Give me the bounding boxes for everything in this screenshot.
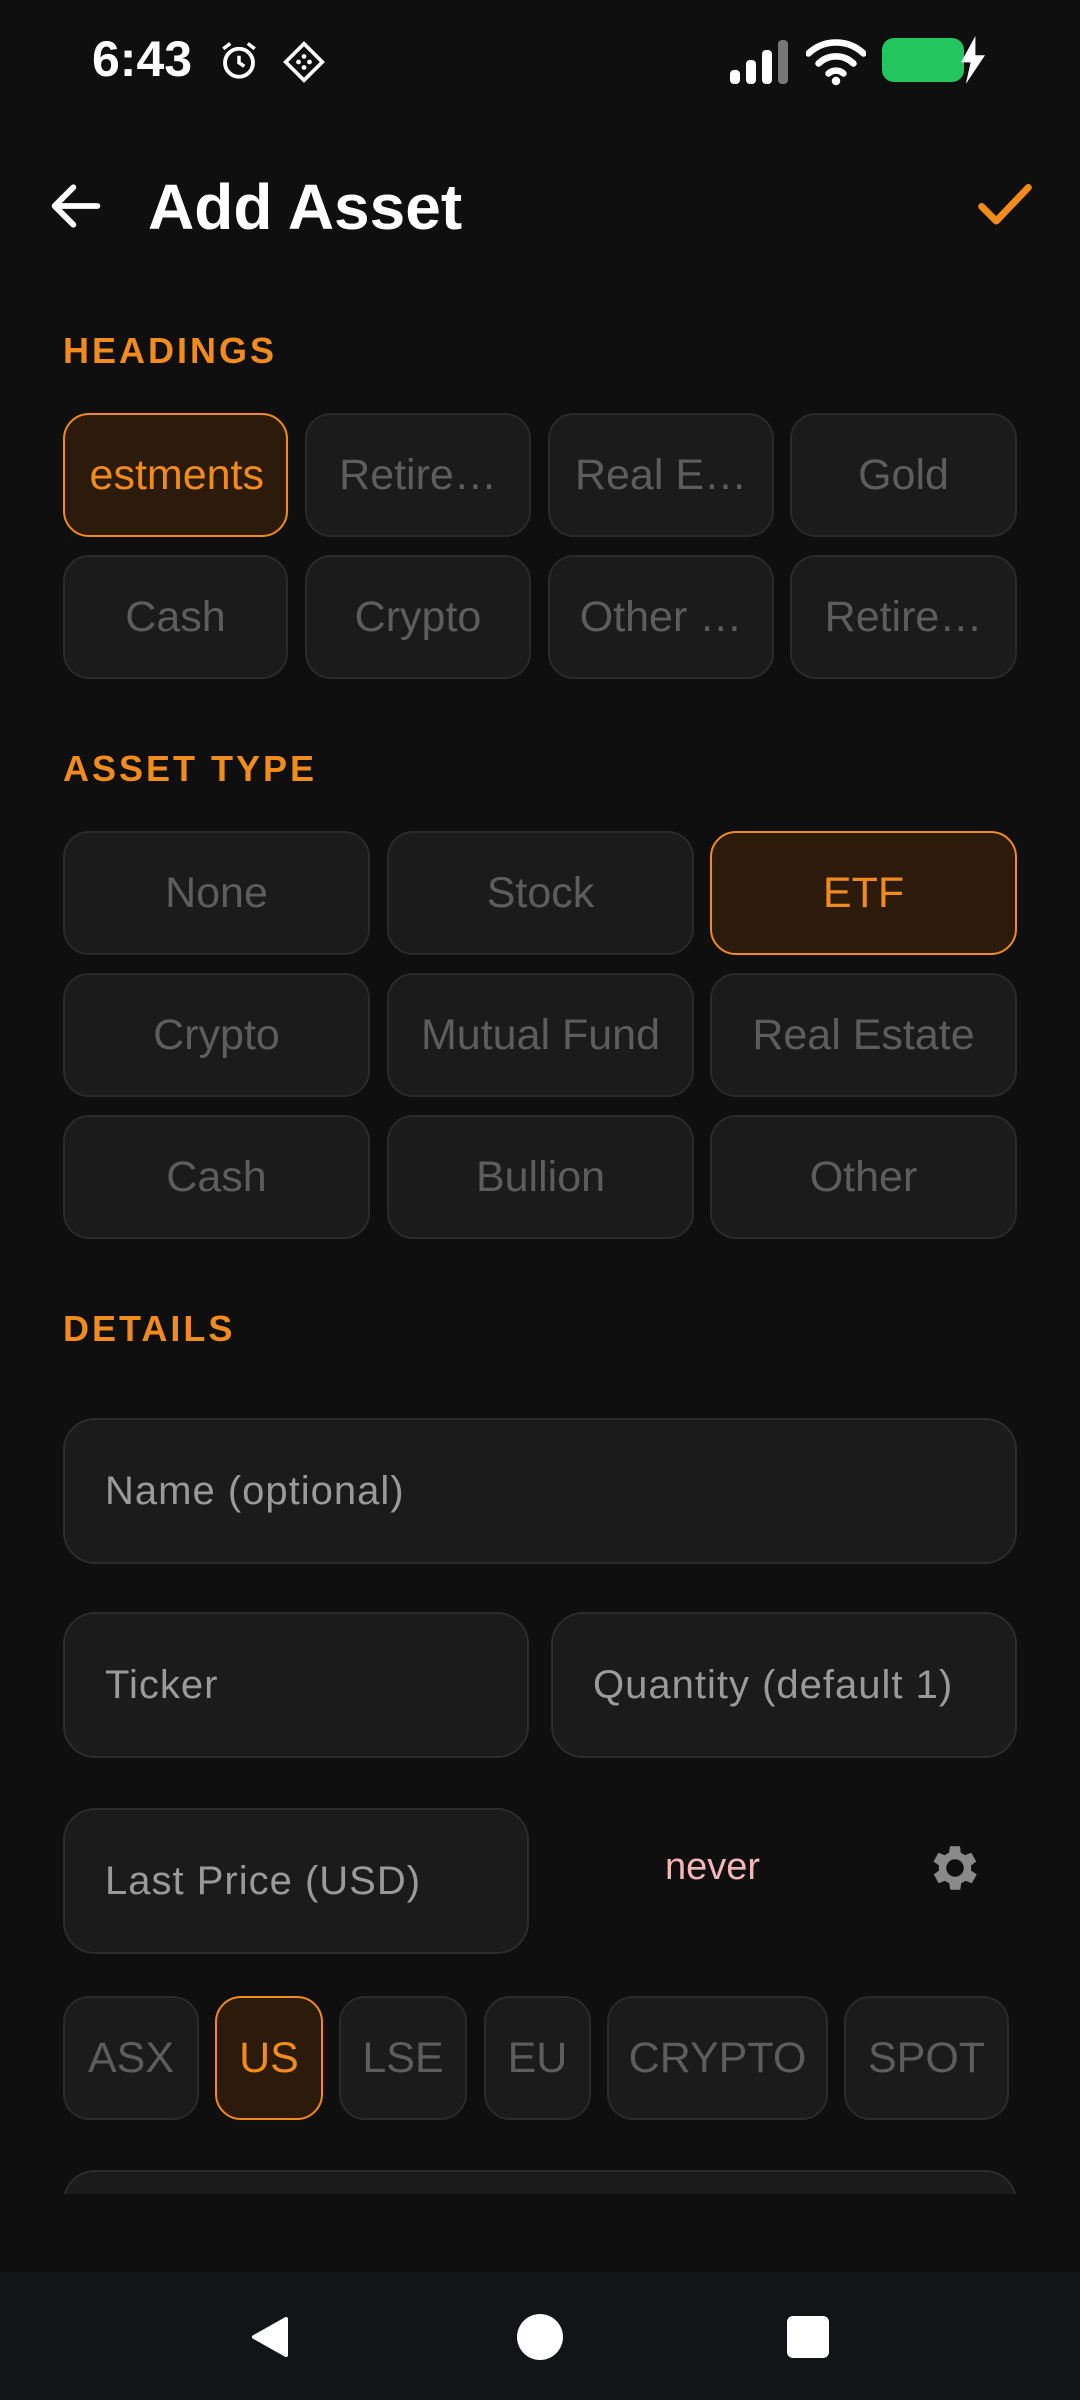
ticker-input[interactable]: [65, 1614, 527, 1756]
heading-chip-retirement[interactable]: Retire…: [305, 413, 531, 537]
exchange-crypto[interactable]: CRYPTO: [607, 1996, 828, 2120]
asset-type-crypto[interactable]: Crypto: [63, 973, 370, 1097]
check-icon[interactable]: [970, 170, 1040, 240]
home-circle-icon[interactable]: [517, 2314, 563, 2360]
alarm-icon: [222, 42, 256, 79]
status-bar: 6:43: [0, 0, 1080, 120]
status-time: 6:43: [92, 31, 193, 87]
heading-chip-cash[interactable]: Cash: [63, 555, 288, 679]
next-field-partial[interactable]: [63, 2170, 1017, 2194]
last-price-field[interactable]: [63, 1808, 529, 1954]
asset-type-stock[interactable]: Stock: [387, 831, 694, 955]
last-updated-text: never: [665, 1846, 761, 1888]
asset-type-mutual-fund[interactable]: Mutual Fund: [387, 973, 694, 1097]
recents-square-icon[interactable]: [787, 2316, 829, 2358]
details-section-label: DETAILS: [63, 1308, 236, 1349]
exchange-us[interactable]: US: [215, 1996, 323, 2120]
heading-chip-crypto[interactable]: Crypto: [305, 555, 531, 679]
charging-bolt-icon: [961, 36, 985, 84]
last-price-input[interactable]: [65, 1810, 527, 1952]
exchange-lse[interactable]: LSE: [339, 1996, 467, 2120]
name-field[interactable]: [63, 1418, 1017, 1564]
system-nav-bar: [0, 2272, 1080, 2400]
battery-charging-icon: [882, 38, 964, 82]
asset-type-section-label: ASSET TYPE: [63, 748, 318, 789]
ticker-field[interactable]: [63, 1612, 529, 1758]
top-app-bar: Add Asset: [0, 140, 1080, 270]
arrow-left-icon[interactable]: [44, 174, 108, 238]
wifi-icon: [806, 39, 866, 86]
headings-section-label: HEADINGS: [63, 330, 278, 371]
asset-type-none[interactable]: None: [63, 831, 370, 955]
exchange-eu[interactable]: EU: [484, 1996, 591, 2120]
vpn-icon: [283, 41, 325, 83]
gear-icon[interactable]: [925, 1838, 985, 1898]
heading-chip-other[interactable]: Other …: [548, 555, 774, 679]
heading-chip-retirement-2[interactable]: Retire…: [790, 555, 1017, 679]
name-input[interactable]: [65, 1420, 1015, 1562]
asset-type-other[interactable]: Other: [710, 1115, 1017, 1239]
quantity-field[interactable]: [551, 1612, 1017, 1758]
asset-type-cash[interactable]: Cash: [63, 1115, 370, 1239]
asset-type-etf[interactable]: ETF: [710, 831, 1017, 955]
back-triangle-icon[interactable]: [246, 2312, 294, 2362]
exchange-asx[interactable]: ASX: [63, 1996, 199, 2120]
heading-chip-investments[interactable]: estments: [63, 413, 288, 537]
quantity-input[interactable]: [553, 1614, 1015, 1756]
asset-type-real-estate[interactable]: Real Estate: [710, 973, 1017, 1097]
heading-chip-gold[interactable]: Gold: [790, 413, 1017, 537]
heading-chip-real-estate[interactable]: Real E…: [548, 413, 774, 537]
asset-type-bullion[interactable]: Bullion: [387, 1115, 694, 1239]
page-title: Add Asset: [148, 171, 463, 243]
signal-icon: [730, 40, 788, 84]
exchange-spot[interactable]: SPOT: [844, 1996, 1009, 2120]
